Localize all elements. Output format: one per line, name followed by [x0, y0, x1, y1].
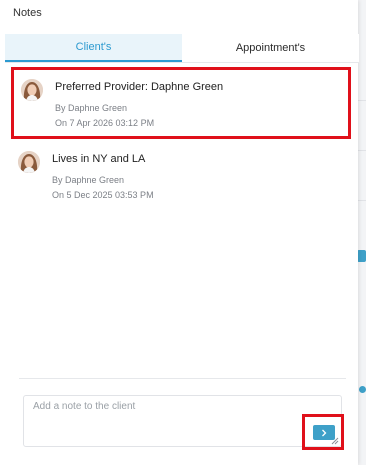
- chevron-right-icon: [322, 429, 327, 436]
- note-title: Preferred Provider: Daphne Green: [55, 81, 224, 93]
- background-divider: [358, 200, 366, 201]
- avatar: [21, 79, 43, 101]
- add-note-input[interactable]: [24, 396, 341, 446]
- notes-tabs: Client's Appointment's: [5, 34, 359, 63]
- note-date: On 5 Dec 2025 03:53 PM: [52, 190, 154, 200]
- composer-divider: [19, 378, 346, 379]
- note-composer: [23, 395, 342, 447]
- background-dot: [359, 386, 366, 393]
- background-divider: [358, 150, 366, 151]
- note-date: On 7 Apr 2026 03:12 PM: [55, 118, 155, 128]
- tab-appointments[interactable]: Appointment's: [182, 34, 359, 62]
- note-item[interactable]: Lives in NY and LA By Daphne Green On 5 …: [11, 142, 351, 214]
- note-author: By Daphne Green: [52, 175, 125, 185]
- notes-panel: Notes Client's Appointment's Preferred P…: [0, 0, 359, 465]
- background-badge: [357, 250, 366, 262]
- note-author: By Daphne Green: [55, 103, 128, 113]
- resize-handle-icon[interactable]: [331, 437, 339, 445]
- note-item[interactable]: Preferred Provider: Daphne Green By Daph…: [11, 67, 351, 139]
- tab-clients[interactable]: Client's: [5, 34, 182, 62]
- avatar: [18, 151, 40, 173]
- panel-title: Notes: [13, 7, 42, 19]
- note-title: Lives in NY and LA: [52, 153, 146, 165]
- background-divider: [358, 100, 366, 101]
